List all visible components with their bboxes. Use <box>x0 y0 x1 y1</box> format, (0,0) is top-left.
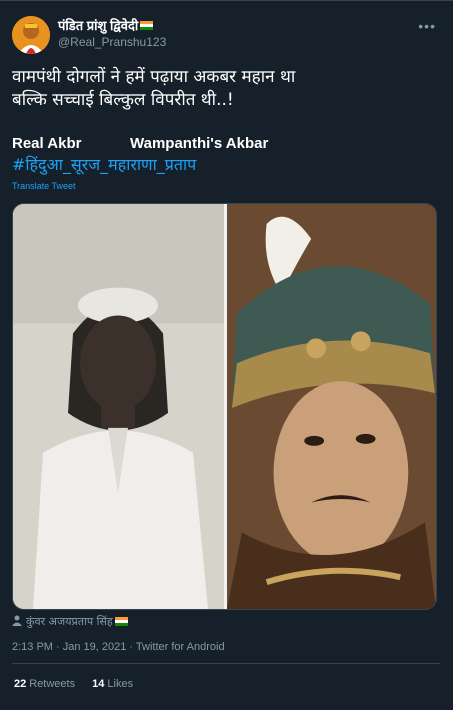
tweet-media[interactable] <box>12 203 437 610</box>
hashtag-link[interactable]: #हिंदुआ_सूरज_महाराणा_प्रताप <box>12 154 196 176</box>
stats-divider <box>12 663 440 664</box>
photo-right[interactable] <box>227 204 436 609</box>
likes-count: 14 <box>92 678 105 690</box>
vintage-portrait-image <box>13 204 224 609</box>
costume-portrait-image <box>227 204 436 609</box>
retweets-stat[interactable]: 22 Retweets <box>14 678 75 690</box>
retweets-count: 22 <box>14 678 27 690</box>
label-wampanthi-akbar: Wampanthi's Akbar <box>130 135 269 152</box>
tweet-header: पंडित प्रांशु द्विवेदी @Real_Pranshu123 … <box>12 16 440 56</box>
media-credit-text[interactable]: कुंवर अजयप्रताप सिंह <box>26 615 113 628</box>
retweets-label: Retweets <box>29 678 76 690</box>
avatar[interactable] <box>12 16 50 54</box>
more-horizontal-icon[interactable]: ••• <box>418 18 436 34</box>
tweet-stats: 22 Retweets 14 Likes <box>14 678 147 690</box>
tweet-text-line-2: बल्कि सच्चाई बिल्कुल विपरीत थी..! <box>12 90 234 110</box>
tweet-timestamp[interactable]: 2:13 PM · Jan 19, 2021 · Twitter for And… <box>12 641 225 653</box>
india-flag-icon <box>140 21 154 31</box>
translate-tweet-link[interactable]: Translate Tweet <box>12 181 76 191</box>
media-credit[interactable]: कुंवर अजयप्रताप सिंह <box>12 614 128 629</box>
likes-label: Likes <box>107 678 134 690</box>
likes-stat[interactable]: 14 Likes <box>92 678 133 690</box>
user-handle[interactable]: @Real_Pranshu123 <box>58 34 166 50</box>
tweet-text-line-1: वामपंथी दोगलों ने हमें पढ़ाया अकबर महान … <box>12 67 296 87</box>
label-real-akbr: Real Akbr <box>12 135 82 152</box>
top-divider <box>0 0 453 1</box>
display-name[interactable]: पंडित प्रांशु द्विवेदी <box>58 18 166 34</box>
image-labels: Real Akbr Wampanthi's Akbar <box>12 134 442 154</box>
user-info: पंडित प्रांशु द्विवेदी @Real_Pranshu123 <box>58 18 166 50</box>
photo-left[interactable] <box>13 204 224 609</box>
display-name-text[interactable]: पंडित प्रांशु द्विवेदी <box>58 18 138 33</box>
tweet-text: वामपंथी दोगलों ने हमें पढ़ाया अकबर महान … <box>12 66 442 112</box>
india-flag-icon <box>114 616 128 626</box>
person-icon <box>12 615 22 629</box>
